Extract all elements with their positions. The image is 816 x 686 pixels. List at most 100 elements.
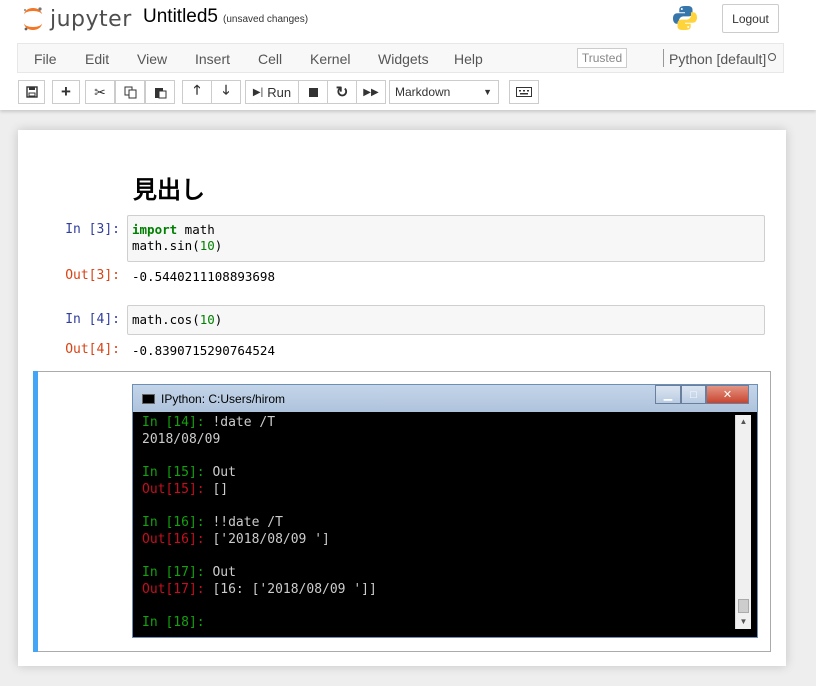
kernel-separator <box>663 49 664 67</box>
console-in-prompt: In [18]: <box>142 615 213 631</box>
code-text: ) <box>214 312 223 327</box>
code-keyword: import <box>132 222 178 237</box>
console-out-prompt: Out[15]: <box>142 481 213 497</box>
console-line: 2018/08/09 <box>142 432 732 449</box>
input-prompt: In [3]: <box>65 222 120 237</box>
interrupt-button[interactable] <box>298 80 328 104</box>
markdown-heading[interactable]: 見出し <box>133 170 205 205</box>
console-line: Out[16]: ['2018/08/09 '] <box>142 532 732 549</box>
paste-button[interactable] <box>145 80 175 104</box>
stop-icon <box>308 87 318 97</box>
console-line: In [18]: <box>142 615 732 632</box>
menu-cell[interactable]: Cell <box>258 51 282 67</box>
code-text: ) <box>214 238 223 253</box>
menu-edit[interactable]: Edit <box>85 51 109 67</box>
scroll-down-icon: ▼ <box>739 617 748 626</box>
menu-help[interactable]: Help <box>454 51 483 67</box>
console-text: Out <box>212 565 236 581</box>
python-logo-icon <box>673 6 697 30</box>
menubar: File Edit View Insert Cell Kernel Widget… <box>17 43 784 73</box>
fast-forward-icon: ▶▶ <box>363 86 379 98</box>
add-cell-icon: + <box>61 82 71 101</box>
chevron-down-icon: ▼ <box>483 87 492 97</box>
save-status: (unsaved changes) <box>223 14 309 25</box>
input-prompt: In [4]: <box>65 312 120 327</box>
paste-icon <box>154 87 166 98</box>
copy-button[interactable] <box>115 80 145 104</box>
menu-view[interactable]: View <box>137 51 167 67</box>
code-text: math.cos( <box>132 312 200 327</box>
code-text: math <box>177 222 215 237</box>
console-text: 2018/08/09 <box>142 431 221 447</box>
console-screenshot: IPython: C:Users/hirom ▁ □ ✕ In [14]: !d… <box>132 384 758 638</box>
cell-type-select[interactable]: Markdown ▼ <box>389 80 499 104</box>
console-output: In [14]: !date /T 2018/08/09 In [15]: Out O… <box>142 415 732 632</box>
code-cell-input[interactable]: math.cos(10) <box>127 305 765 335</box>
console-title: IPython: C:Users/hirom <box>161 392 286 406</box>
run-icon: ▶| <box>252 86 264 98</box>
console-line: In [16]: !!date /T <box>142 515 732 532</box>
scroll-thumb <box>738 599 749 613</box>
run-button[interactable]: ▶| Run <box>245 80 299 104</box>
console-out-prompt: Out[16]: <box>142 531 213 547</box>
console-line: In [14]: !date /T <box>142 415 732 432</box>
selection-indicator <box>33 371 38 652</box>
console-text: Out <box>212 465 236 481</box>
save-icon <box>25 86 38 98</box>
jupyter-logo[interactable]: jupyter <box>22 6 132 32</box>
menu-widgets[interactable]: Widgets <box>378 51 429 67</box>
move-up-icon: 🡑 <box>193 82 201 97</box>
restart-button[interactable]: ↻ <box>327 80 357 104</box>
minimize-icon: ▁ <box>655 385 681 404</box>
logo-text: jupyter <box>50 6 132 32</box>
code-line: math.cos(10) <box>132 312 760 328</box>
code-line: import math <box>132 222 760 238</box>
console-in-prompt: In [17]: <box>142 565 213 581</box>
code-number: 10 <box>199 312 215 327</box>
output-prompt: Out[3]: <box>65 268 120 283</box>
header: jupyter Untitled5 (unsaved changes) Logo… <box>0 0 816 110</box>
scroll-up-icon: ▲ <box>739 417 748 426</box>
console-out-prompt: Out[17]: <box>142 581 213 597</box>
move-up-button[interactable]: 🡑 <box>182 80 212 104</box>
jupyter-logo-icon <box>23 7 42 31</box>
restart-run-all-button[interactable]: ▶▶ <box>356 80 386 104</box>
notebook-name[interactable]: Untitled5 <box>143 6 218 28</box>
logout-button[interactable]: Logout <box>722 4 779 33</box>
code-cell-input[interactable]: import math math.sin(10) <box>127 215 765 262</box>
console-text: !!date /T <box>212 515 283 531</box>
console-titlebar: IPython: C:Users/hirom ▁ □ ✕ <box>133 385 757 412</box>
menu-kernel[interactable]: Kernel <box>310 51 350 67</box>
cut-button[interactable]: ✂ <box>85 80 115 104</box>
console-text: ['2018/08/09 '] <box>212 531 330 547</box>
move-down-button[interactable]: 🡓 <box>211 80 241 104</box>
menu-insert[interactable]: Insert <box>195 51 230 67</box>
save-button[interactable] <box>18 80 45 104</box>
cut-icon: ✂ <box>94 83 106 100</box>
code-line: math.sin(10) <box>132 238 760 254</box>
move-down-icon: 🡓 <box>222 82 230 97</box>
cell-output: -0.8390715290764524 <box>132 343 275 358</box>
console-line: In [15]: Out <box>142 465 732 482</box>
console-line: Out[15]: [] <box>142 482 732 499</box>
restart-icon: ↻ <box>335 84 349 101</box>
add-cell-button[interactable]: + <box>52 80 80 104</box>
command-palette-button[interactable] <box>509 80 539 104</box>
console-scrollbar: ▲ ▼ <box>735 415 751 629</box>
close-icon: ✕ <box>706 385 749 404</box>
run-label: Run <box>267 84 292 100</box>
kernel-idle-icon <box>768 53 776 61</box>
console-in-prompt: In [14]: <box>142 415 213 430</box>
trusted-badge[interactable]: Trusted <box>577 48 627 68</box>
cell-output: -0.5440211108893698 <box>132 269 275 284</box>
output-prompt: Out[4]: <box>65 342 120 357</box>
console-text: [] <box>212 481 229 497</box>
code-number: 10 <box>199 238 215 253</box>
console-line: In [17]: Out <box>142 565 732 582</box>
keyboard-icon <box>516 87 532 97</box>
kernel-name[interactable]: Python [default] <box>669 51 766 67</box>
menu-file[interactable]: File <box>34 51 57 67</box>
